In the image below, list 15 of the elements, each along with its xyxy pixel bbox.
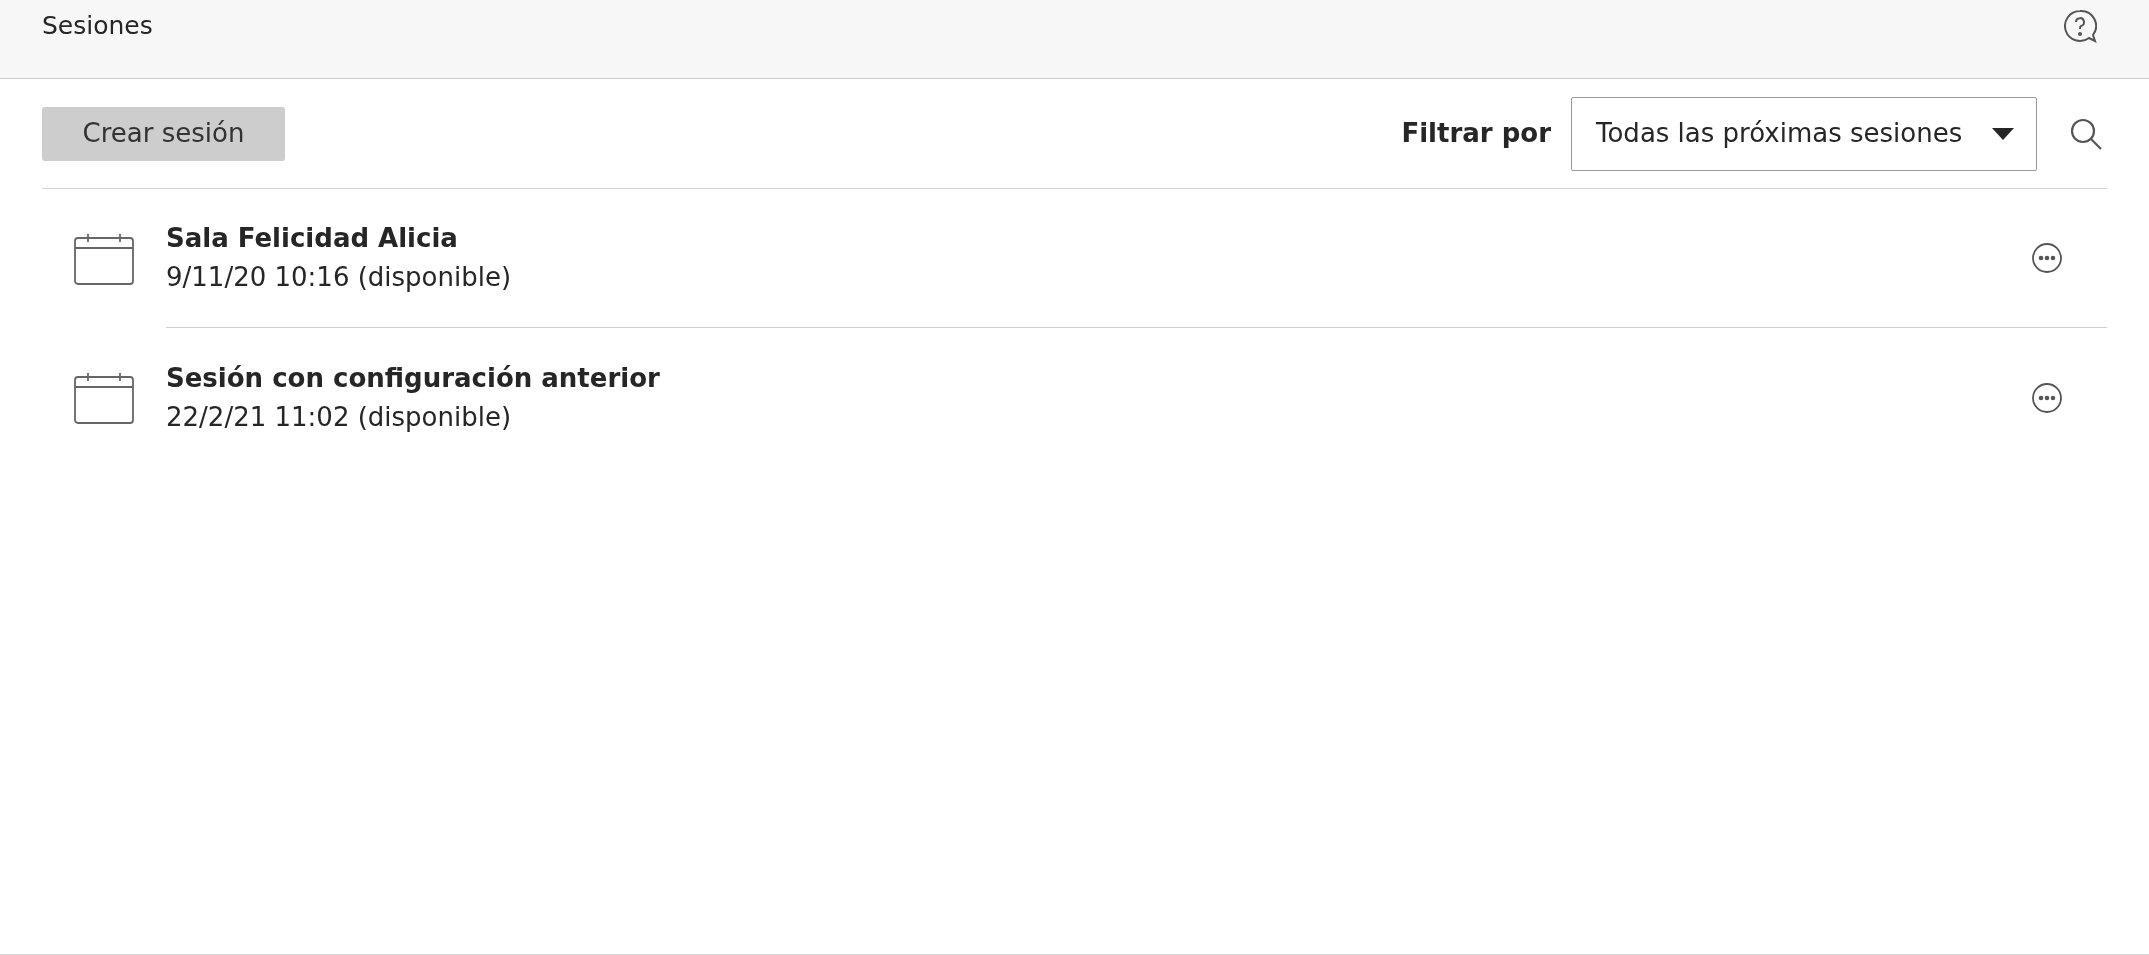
- calendar-icon: [74, 371, 134, 424]
- create-session-button[interactable]: Crear sesión: [42, 106, 285, 161]
- more-options-icon[interactable]: [2031, 242, 2063, 274]
- session-title[interactable]: Sala Felicidad Alicia: [166, 219, 512, 257]
- caret-icon: [1992, 127, 2014, 140]
- filter-dropdown[interactable]: Todas las próximas sesiones: [1571, 96, 2037, 171]
- session-date: 9/11/20 10:16 (disponible): [166, 261, 512, 294]
- session-date: 22/2/21 11:02 (disponible): [166, 400, 513, 434]
- session-title[interactable]: Sesión con configuración anterior: [166, 358, 660, 397]
- search-icon[interactable]: [2069, 116, 2103, 151]
- more-options-icon[interactable]: [2031, 381, 2063, 414]
- filter-label: Filtrar por: [1401, 117, 1551, 150]
- page-title: Sesiones: [42, 10, 153, 43]
- calendar-icon: [74, 232, 134, 285]
- help-icon[interactable]: [2063, 9, 2097, 43]
